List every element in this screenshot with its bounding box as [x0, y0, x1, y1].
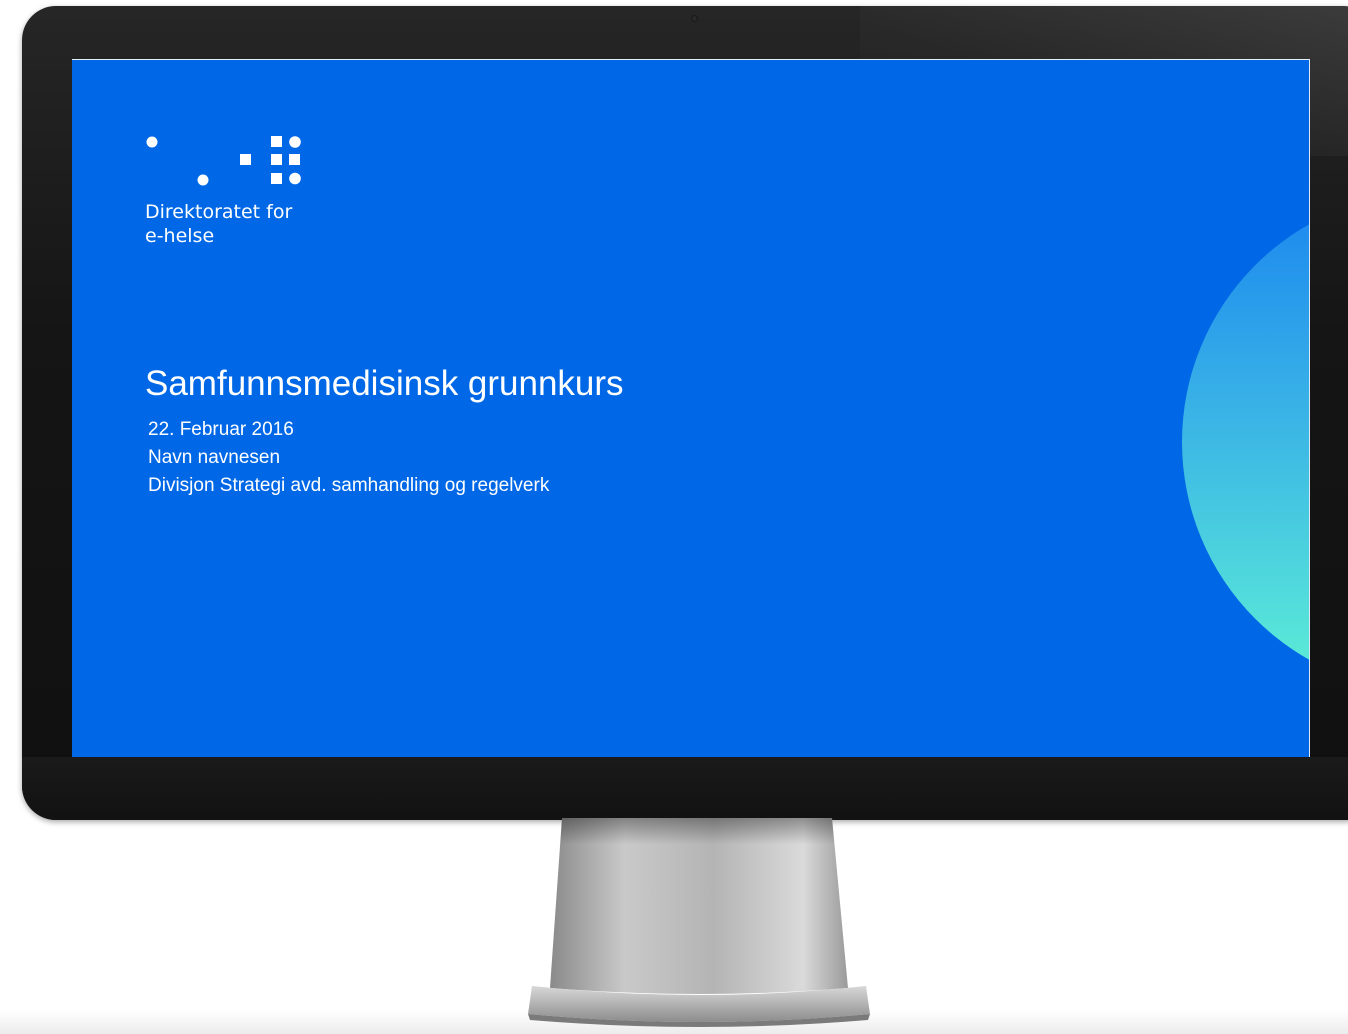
monitor-chin: [22, 757, 1348, 820]
presentation-slide: Direktoratet for e-helse Samfunnsmedisin…: [72, 59, 1310, 757]
monitor-stand: [528, 818, 870, 1027]
e-helse-logo-icon: [146, 136, 301, 186]
slide-subtitle: 22. Februar 2016 Navn navnesen Divisjon …: [148, 416, 549, 500]
decorative-circle: [1182, 192, 1309, 692]
logo-line-2: e-helse: [145, 225, 215, 247]
logo-line-1: Direktoratet for: [145, 201, 293, 223]
presenter-name: Navn navnesen: [148, 447, 281, 468]
logo-wordmark: Direktoratet for e-helse: [145, 200, 292, 248]
camera-icon: [691, 15, 698, 22]
department-name: Divisjon Strategi avd. samhandling og re…: [148, 475, 550, 496]
slide-title: Samfunnsmedisinsk grunnkurs: [145, 364, 624, 403]
slide-date: 22. Februar 2016: [148, 419, 294, 440]
monitor-scene: Direktoratet for e-helse Samfunnsmedisin…: [0, 0, 1348, 1034]
